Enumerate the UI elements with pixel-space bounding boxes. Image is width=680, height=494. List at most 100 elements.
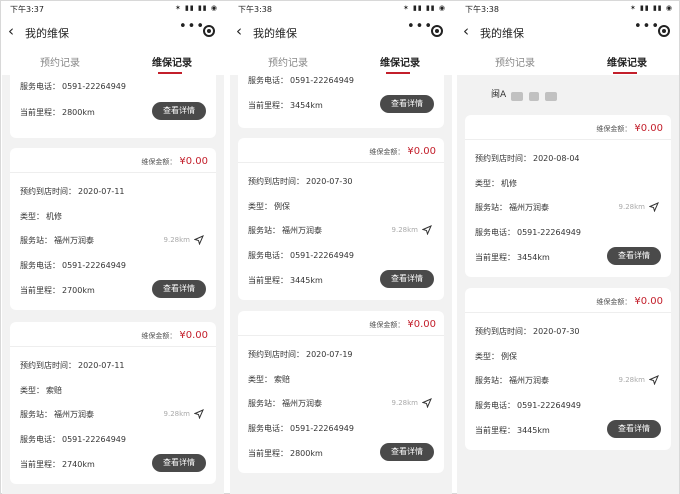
page-title: 我的维保 (253, 27, 297, 40)
record-field: 当前里程： 2800km (20, 108, 95, 117)
record-card: 服务电话： 0591-22264949 当前里程： 3454km 查看详情 (238, 75, 444, 128)
record-card: 维保金额： ¥0.00 预约到店时间： 2020-07-30 类型： 例保 服务站：福… (465, 288, 671, 450)
maintenance-amount: 维保金额： ¥0.00 (141, 330, 208, 341)
record-field: 预约到店时间： 2020-08-04 (475, 154, 580, 163)
record-field: 服务电话： 0591-22264949 (248, 251, 354, 260)
nav-bar: ‹ 我的维保 ••• (457, 17, 679, 47)
record-list[interactable]: 服务电话： 0591-22264949 当前里程： 2800km 查看详情 维保金额… (2, 75, 224, 494)
miniprogram-capsule: ••• (174, 19, 218, 40)
tab-bar: 预约记录 维保记录 (230, 47, 452, 75)
more-dots-icon[interactable]: ••• (407, 19, 433, 34)
record-field: 服务电话： 0591-22264949 (475, 228, 581, 237)
record-field: 当前里程： 2740km (20, 460, 95, 469)
nav-bar: ‹ 我的维保 ••• (230, 17, 452, 47)
navigate-icon[interactable] (649, 202, 659, 212)
record-field: 服务站： 福州万润泰 (248, 226, 322, 235)
distance-label: 9.28km (391, 226, 418, 234)
back-arrow-icon[interactable]: ‹ (236, 22, 242, 40)
close-target-icon[interactable] (658, 25, 670, 37)
phone-screen-3: 下午3:38 ✶ ▮▮ ▮▮ ◉ ‹ 我的维保 ••• 预约记录 维保记录 闽A (457, 2, 679, 494)
status-time: 下午3:38 (238, 5, 272, 14)
record-field: 预约到店时间： 2020-07-30 (248, 177, 353, 186)
close-target-icon[interactable] (203, 25, 215, 37)
view-details-button[interactable]: 查看详情 (380, 95, 434, 113)
distance-label: 9.28km (163, 236, 190, 244)
nav-bar: ‹ 我的维保 ••• (2, 17, 224, 47)
record-field: 预约到店时间： 2020-07-19 (248, 350, 353, 359)
distance-label: 9.28km (618, 376, 645, 384)
tab-appointment-records[interactable]: 预约记录 (40, 54, 80, 69)
record-field: 预约到店时间： 2020-07-11 (20, 187, 125, 196)
record-field: 类型： 机修 (20, 212, 62, 221)
record-field: 服务电话： 0591-22264949 (248, 424, 354, 433)
status-time: 下午3:38 (465, 5, 499, 14)
tab-maintenance-records[interactable]: 维保记录 (152, 54, 192, 69)
maintenance-amount: 维保金额： ¥0.00 (369, 319, 436, 330)
status-icons: ✶ ▮▮ ▮▮ ◉ (402, 4, 446, 12)
maintenance-amount: 维保金额： ¥0.00 (369, 146, 436, 157)
tab-bar: 预约记录 维保记录 (457, 47, 679, 75)
record-field: 类型： 例保 (475, 352, 517, 361)
status-time: 下午3:37 (10, 5, 44, 14)
miniprogram-capsule: ••• (629, 19, 673, 40)
distance-label: 9.28km (618, 203, 645, 211)
record-field: 类型： 例保 (248, 202, 290, 211)
distance-label: 9.28km (163, 410, 190, 418)
tab-maintenance-records[interactable]: 维保记录 (607, 54, 647, 69)
back-arrow-icon[interactable]: ‹ (463, 22, 469, 40)
record-list[interactable]: 闽A 维保金额： ¥0.00 预约到店时间： 2020-08-04 类型： 机修 服务… (457, 75, 679, 494)
more-dots-icon[interactable]: ••• (179, 19, 205, 34)
navigate-icon[interactable] (194, 409, 204, 419)
record-card: 维保金额： ¥0.00 预约到店时间： 2020-08-04 类型： 机修 服务站：福… (465, 115, 671, 277)
active-tab-indicator (613, 72, 637, 74)
view-details-button[interactable]: 查看详情 (152, 454, 206, 472)
record-field: 服务站： 福州万润泰 (20, 410, 94, 419)
record-field: 服务电话： 0591-22264949 (20, 82, 126, 91)
view-details-button[interactable]: 查看详情 (607, 420, 661, 438)
close-target-icon[interactable] (431, 25, 443, 37)
card-divider (465, 139, 671, 140)
record-field: 类型： 索赔 (248, 375, 290, 384)
record-field: 类型： 索赔 (20, 386, 62, 395)
navigate-icon[interactable] (422, 398, 432, 408)
phone-screen-2: 下午3:38 ✶ ▮▮ ▮▮ ◉ ‹ 我的维保 ••• 预约记录 维保记录 服务… (230, 2, 452, 494)
view-details-button[interactable]: 查看详情 (380, 270, 434, 288)
plate-prefix: 闽A (491, 90, 507, 100)
view-details-button[interactable]: 查看详情 (380, 443, 434, 461)
record-card: 维保金额： ¥0.00 预约到店时间： 2020-07-30 类型： 例保 服务站：福… (238, 138, 444, 300)
redaction-block (529, 92, 539, 101)
record-card: 维保金额： ¥0.00 预约到店时间： 2020-07-11 类型： 索赔 服务站：福… (10, 322, 216, 484)
card-divider (238, 335, 444, 336)
record-card: 服务电话： 0591-22264949 当前里程： 2800km 查看详情 (10, 75, 216, 138)
status-bar: 下午3:37 ✶ ▮▮ ▮▮ ◉ (2, 2, 224, 17)
status-icons: ✶ ▮▮ ▮▮ ◉ (629, 4, 673, 12)
record-field: 预约到店时间： 2020-07-11 (20, 361, 125, 370)
record-field: 当前里程： 3445km (475, 426, 550, 435)
record-card: 维保金额： ¥0.00 预约到店时间： 2020-07-11 类型： 机修 服务站：福… (10, 148, 216, 310)
redaction-block (511, 92, 523, 101)
miniprogram-capsule: ••• (402, 19, 446, 40)
record-field: 预约到店时间： 2020-07-30 (475, 327, 580, 336)
back-arrow-icon[interactable]: ‹ (8, 22, 14, 40)
view-details-button[interactable]: 查看详情 (607, 247, 661, 265)
record-field: 服务站： 福州万润泰 (248, 399, 322, 408)
card-divider (465, 312, 671, 313)
navigate-icon[interactable] (649, 375, 659, 385)
record-list[interactable]: 服务电话： 0591-22264949 当前里程： 3454km 查看详情 维保金额… (230, 75, 452, 494)
status-bar: 下午3:38 ✶ ▮▮ ▮▮ ◉ (457, 2, 679, 17)
view-details-button[interactable]: 查看详情 (152, 102, 206, 120)
record-field: 当前里程： 3445km (248, 276, 323, 285)
tab-maintenance-records[interactable]: 维保记录 (380, 54, 420, 69)
record-field: 当前里程： 3454km (248, 101, 323, 110)
card-divider (238, 162, 444, 163)
record-field: 当前里程： 2800km (248, 449, 323, 458)
navigate-icon[interactable] (194, 235, 204, 245)
navigate-icon[interactable] (422, 225, 432, 235)
tab-appointment-records[interactable]: 预约记录 (495, 54, 535, 69)
record-field: 服务电话： 0591-22264949 (20, 261, 126, 270)
view-details-button[interactable]: 查看详情 (152, 280, 206, 298)
active-tab-indicator (158, 72, 182, 74)
more-dots-icon[interactable]: ••• (634, 19, 660, 34)
record-field: 服务站： 福州万润泰 (20, 236, 94, 245)
tab-appointment-records[interactable]: 预约记录 (268, 54, 308, 69)
